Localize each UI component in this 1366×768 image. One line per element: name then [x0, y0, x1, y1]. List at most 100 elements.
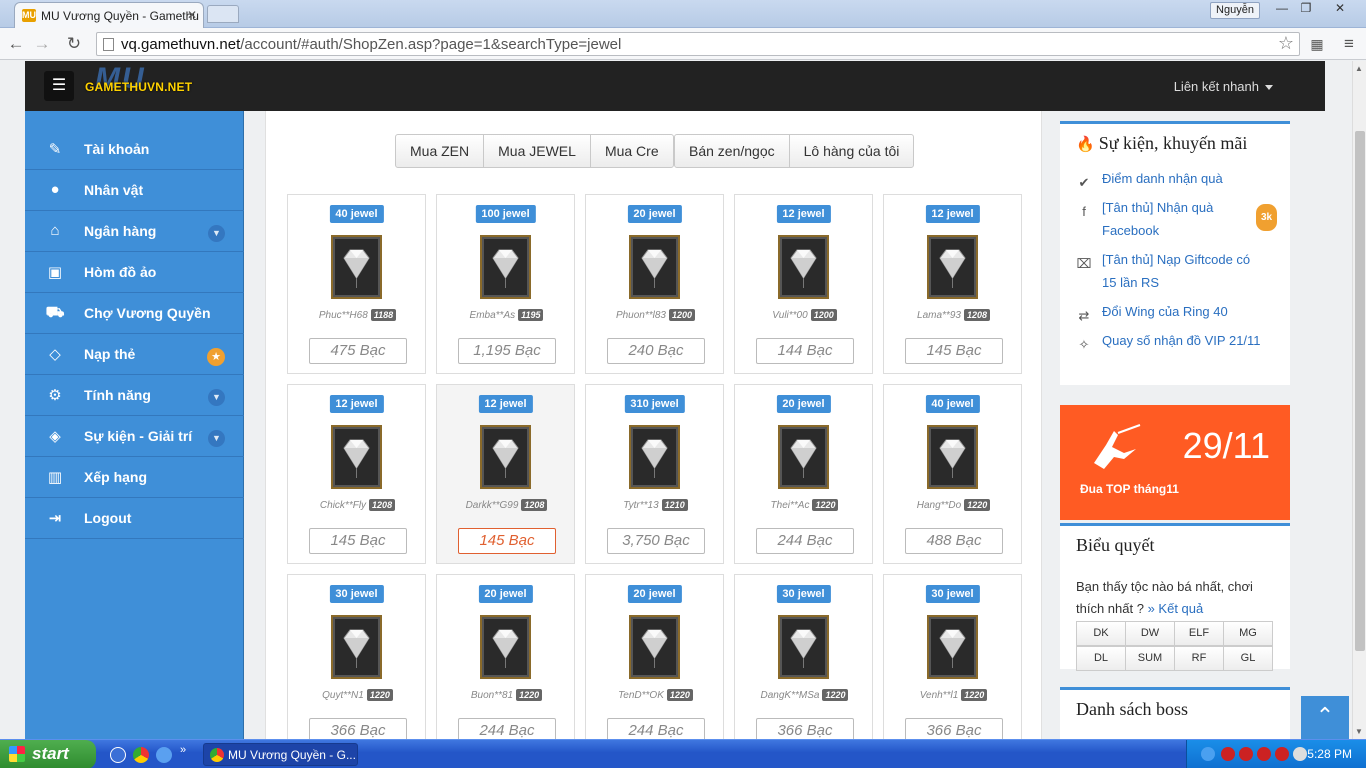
sidebar-item-account[interactable]: ✎ Tài khoản — [25, 129, 244, 170]
buy-price-button[interactable]: 366 Bạc — [309, 718, 407, 739]
site-logo[interactable]: MU GAMETHUVN.NET — [85, 62, 192, 100]
tab-buy-jewel[interactable]: Mua JEWEL — [483, 134, 591, 168]
sidebar-item-logout[interactable]: ⇥ Logout — [25, 498, 244, 539]
jewel-card[interactable]: 20 jewel Buon**81 1220 244 Bạc — [436, 574, 575, 739]
buy-price-button[interactable]: 488 Bạc — [905, 528, 1003, 554]
tab-sell[interactable]: Bán zen/ngọc — [674, 134, 790, 168]
chevron-down-icon: ▼ — [208, 389, 225, 406]
poll-option-sum[interactable]: SUM — [1125, 646, 1175, 671]
jewel-icon — [927, 235, 978, 299]
ie-icon[interactable] — [110, 747, 126, 763]
back-to-top-button[interactable]: ⌃ — [1301, 696, 1349, 739]
jewel-card[interactable]: 20 jewel TenD**OK 1220 244 Bạc — [585, 574, 724, 739]
promo-caption: Đua TOP tháng11 — [1080, 482, 1179, 496]
buy-price-button[interactable]: 145 Bạc — [458, 528, 556, 554]
tab-my-lots[interactable]: Lô hàng của tôi — [788, 134, 915, 168]
quick-links-dropdown[interactable]: Liên kết nhanh — [1174, 79, 1273, 94]
taskbar-window-chrome[interactable]: MU Vương Quyền - G... — [203, 743, 358, 766]
sidebar-item-events[interactable]: ◈ Sự kiện - Giải trí ▼ — [25, 416, 244, 457]
jewel-card[interactable]: 40 jewel Phuc**H68 1188 475 Bạc — [287, 194, 426, 374]
scroll-down-icon[interactable]: ▼ — [1355, 727, 1363, 736]
jewel-card[interactable]: 100 jewel Emba**As 1195 1,195 Bạc — [436, 194, 575, 374]
buy-price-button[interactable]: 1,195 Bạc — [458, 338, 556, 364]
scrollbar-thumb[interactable] — [1355, 131, 1365, 651]
poll-option-elf[interactable]: ELF — [1174, 621, 1224, 646]
tray-app-icon[interactable] — [1239, 747, 1253, 761]
facebook-icon: f — [1082, 204, 1086, 219]
profile-button[interactable]: Nguyễn — [1210, 2, 1260, 19]
jewel-card[interactable]: 20 jewel Phuon**l83 1200 240 Bạc — [585, 194, 724, 374]
poll-option-gl[interactable]: GL — [1223, 646, 1273, 671]
menu-icon[interactable]: ≡ — [1338, 33, 1360, 55]
scroll-up-icon[interactable]: ▲ — [1355, 64, 1363, 73]
poll-option-dw[interactable]: DW — [1125, 621, 1175, 646]
poll-option-rf[interactable]: RF — [1174, 646, 1224, 671]
poll-option-dk[interactable]: DK — [1076, 621, 1126, 646]
jewel-card[interactable]: 40 jewel Hang**Do 1220 488 Bạc — [883, 384, 1022, 564]
buy-price-button[interactable]: 244 Bạc — [756, 528, 854, 554]
more-icon[interactable]: » — [180, 744, 190, 756]
buy-price-button[interactable]: 145 Bạc — [309, 528, 407, 554]
close-tab-icon[interactable]: ✕ — [187, 8, 197, 22]
jewel-card[interactable]: 30 jewel DangK**MSa 1220 366 Bạc — [734, 574, 873, 739]
hamburger-menu-icon[interactable]: ☰ — [44, 71, 74, 101]
sidebar-item-character[interactable]: ● Nhân vật — [25, 170, 244, 211]
buy-price-button[interactable]: 240 Bạc — [607, 338, 705, 364]
buy-price-button[interactable]: 244 Bạc — [607, 718, 705, 739]
jewel-card[interactable]: 12 jewel Lama**93 1208 145 Bạc — [883, 194, 1022, 374]
logout-icon: ⇥ — [48, 510, 62, 527]
new-tab-button[interactable] — [207, 5, 239, 23]
seller-name: Thei**Ac 1220 — [735, 499, 874, 511]
buy-price-button[interactable]: 475 Bạc — [309, 338, 407, 364]
buy-price-button[interactable]: 145 Bạc — [905, 338, 1003, 364]
start-button[interactable]: start — [0, 740, 96, 768]
back-icon[interactable]: ← — [5, 33, 27, 55]
buy-price-button[interactable]: 3,750 Bạc — [607, 528, 705, 554]
seller-label: Phuc**H68 — [318, 310, 368, 321]
jewel-card[interactable]: 12 jewel Vuli**00 1200 144 Bạc — [734, 194, 873, 374]
sidebar-item-ranking[interactable]: ▥ Xếp hạng — [25, 457, 244, 498]
close-window-icon[interactable]: ✕ — [1328, 2, 1352, 16]
poll-option-mg[interactable]: MG — [1223, 621, 1273, 646]
explorer-icon[interactable] — [156, 747, 172, 763]
sidebar-item-features[interactable]: ⚙ Tính năng ▼ — [25, 375, 244, 416]
qr-icon[interactable]: ▦ — [1306, 33, 1328, 55]
chrome-icon[interactable] — [133, 747, 149, 763]
page-scrollbar[interactable]: ▲ ▼ — [1352, 61, 1366, 739]
promo-banner[interactable]: 29/11 Đua TOP tháng11 — [1060, 405, 1290, 520]
jewel-card[interactable]: 20 jewel Thei**Ac 1220 244 Bạc — [734, 384, 873, 564]
bookmark-star-icon[interactable]: ☆ — [1278, 33, 1294, 54]
forward-icon[interactable]: → — [31, 33, 53, 55]
tab-buy-zen[interactable]: Mua ZEN — [395, 134, 485, 168]
seller-label: Darkk**G99 — [465, 500, 519, 511]
sidebar-item-virtual-chest[interactable]: ▣ Hòm đồ ảo — [25, 252, 244, 293]
jewel-card[interactable]: 12 jewel Darkk**G99 1208 145 Bạc — [436, 384, 575, 564]
seller-name: TenD**OK 1220 — [586, 689, 725, 701]
buy-price-button[interactable]: 366 Bạc — [905, 718, 1003, 739]
buy-price-button[interactable]: 244 Bạc — [458, 718, 556, 739]
poll-option-dl[interactable]: DL — [1076, 646, 1126, 671]
tray-arrow-icon[interactable] — [1201, 747, 1215, 761]
network-icon[interactable] — [1293, 747, 1307, 761]
sidebar-item-market[interactable]: ⛟ Chợ Vương Quyền — [25, 293, 244, 334]
tray-app-icon[interactable] — [1275, 747, 1289, 761]
buy-price-button[interactable]: 366 Bạc — [756, 718, 854, 739]
jewel-card[interactable]: 30 jewel Venh**l1 1220 366 Bạc — [883, 574, 1022, 739]
reload-icon[interactable]: ↻ — [63, 33, 85, 55]
restore-icon[interactable]: ❐ — [1294, 2, 1318, 16]
sidebar-item-topup[interactable]: ◇ Nạp thẻ ★ — [25, 334, 244, 375]
tray-app-icon[interactable] — [1221, 747, 1235, 761]
jewel-icon — [629, 235, 680, 299]
tab-buy-cre[interactable]: Mua Cre — [589, 134, 674, 168]
tray-app-icon[interactable] — [1257, 747, 1271, 761]
jewel-card[interactable]: 12 jewel Chick**Fly 1208 145 Bạc — [287, 384, 426, 564]
buy-price-button[interactable]: 144 Bạc — [756, 338, 854, 364]
jewel-card[interactable]: 30 jewel Quyt**N1 1220 366 Bạc — [287, 574, 426, 739]
jewel-card[interactable]: 310 jewel Tytr**13 1210 3,750 Bạc — [585, 384, 724, 564]
address-bar[interactable]: vq.gamethuvn.net/account/#auth/ShopZen.a… — [96, 32, 1300, 56]
sidebar-item-bank[interactable]: ⌂ Ngân hàng ▼ — [25, 211, 244, 252]
minimize-icon[interactable]: — — [1270, 2, 1294, 16]
fire-icon: 🔥 — [1076, 137, 1095, 153]
poll-result-link[interactable]: » Kết quả — [1148, 601, 1204, 616]
browser-tab[interactable]: MU MU Vương Quyền - Gamethu ✕ — [14, 2, 204, 28]
